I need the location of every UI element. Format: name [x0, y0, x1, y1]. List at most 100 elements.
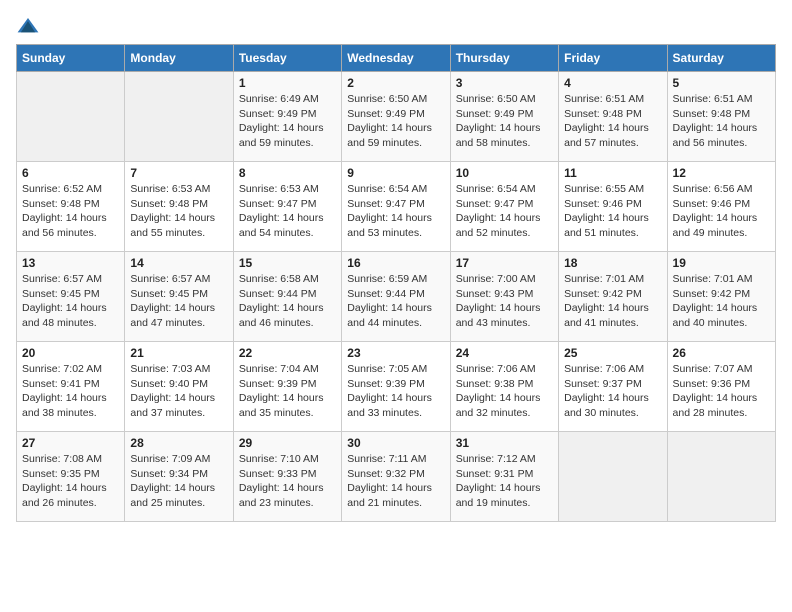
day-number: 17 — [456, 256, 553, 270]
day-number: 31 — [456, 436, 553, 450]
calendar-cell: 24 Sunrise: 7:06 AMSunset: 9:38 PMDayligh… — [450, 342, 558, 432]
calendar-cell: 11 Sunrise: 6:55 AMSunset: 9:46 PMDayligh… — [559, 162, 667, 252]
week-row-3: 13 Sunrise: 6:57 AMSunset: 9:45 PMDayligh… — [17, 252, 776, 342]
calendar-body: 1 Sunrise: 6:49 AMSunset: 9:49 PMDaylight… — [17, 72, 776, 522]
day-number: 24 — [456, 346, 553, 360]
weekday-thursday: Thursday — [450, 45, 558, 72]
calendar-table: SundayMondayTuesdayWednesdayThursdayFrid… — [16, 44, 776, 522]
day-info: Sunrise: 7:04 AMSunset: 9:39 PMDaylight:… — [239, 362, 336, 421]
calendar-cell: 7 Sunrise: 6:53 AMSunset: 9:48 PMDaylight… — [125, 162, 233, 252]
calendar-cell: 16Sunrise: 6:59 AMSunset: 9:44 PMDayligh… — [342, 252, 450, 342]
day-number: 30 — [347, 436, 444, 450]
day-info: Sunrise: 7:01 AMSunset: 9:42 PMDaylight:… — [673, 272, 770, 331]
calendar-cell: 2 Sunrise: 6:50 AMSunset: 9:49 PMDaylight… — [342, 72, 450, 162]
day-info: Sunrise: 6:58 AMSunset: 9:44 PMDaylight:… — [239, 272, 336, 331]
day-info: Sunrise: 7:00 AMSunset: 9:43 PMDaylight:… — [456, 272, 553, 331]
calendar-cell: 21 Sunrise: 7:03 AMSunset: 9:40 PMDayligh… — [125, 342, 233, 432]
calendar-cell: 8 Sunrise: 6:53 AMSunset: 9:47 PMDaylight… — [233, 162, 341, 252]
day-info: Sunrise: 7:06 AMSunset: 9:38 PMDaylight:… — [456, 362, 553, 421]
calendar-cell: 19 Sunrise: 7:01 AMSunset: 9:42 PMDayligh… — [667, 252, 775, 342]
calendar-header: SundayMondayTuesdayWednesdayThursdayFrid… — [17, 45, 776, 72]
calendar-cell: 22 Sunrise: 7:04 AMSunset: 9:39 PMDayligh… — [233, 342, 341, 432]
weekday-wednesday: Wednesday — [342, 45, 450, 72]
weekday-tuesday: Tuesday — [233, 45, 341, 72]
day-info: Sunrise: 6:49 AMSunset: 9:49 PMDaylight:… — [239, 92, 336, 151]
day-number: 29 — [239, 436, 336, 450]
calendar-cell: 6 Sunrise: 6:52 AMSunset: 9:48 PMDaylight… — [17, 162, 125, 252]
calendar-cell — [667, 432, 775, 522]
day-number: 2 — [347, 76, 444, 90]
calendar-cell: 18Sunrise: 7:01 AMSunset: 9:42 PMDayligh… — [559, 252, 667, 342]
day-info: Sunrise: 7:06 AMSunset: 9:37 PMDaylight:… — [564, 362, 661, 421]
day-info: Sunrise: 7:09 AMSunset: 9:34 PMDaylight:… — [130, 452, 227, 511]
calendar-cell: 4Sunrise: 6:51 AMSunset: 9:48 PMDaylight… — [559, 72, 667, 162]
day-info: Sunrise: 7:03 AMSunset: 9:40 PMDaylight:… — [130, 362, 227, 421]
calendar-cell — [125, 72, 233, 162]
calendar-cell: 17 Sunrise: 7:00 AMSunset: 9:43 PMDayligh… — [450, 252, 558, 342]
day-info: Sunrise: 6:54 AMSunset: 9:47 PMDaylight:… — [456, 182, 553, 241]
day-number: 8 — [239, 166, 336, 180]
calendar-cell: 29 Sunrise: 7:10 AMSunset: 9:33 PMDayligh… — [233, 432, 341, 522]
day-number: 19 — [673, 256, 770, 270]
day-info: Sunrise: 6:51 AMSunset: 9:48 PMDaylight:… — [673, 92, 770, 151]
calendar-cell: 20Sunrise: 7:02 AMSunset: 9:41 PMDayligh… — [17, 342, 125, 432]
calendar-cell: 12Sunrise: 6:56 AMSunset: 9:46 PMDayligh… — [667, 162, 775, 252]
week-row-4: 20Sunrise: 7:02 AMSunset: 9:41 PMDayligh… — [17, 342, 776, 432]
day-number: 25 — [564, 346, 661, 360]
day-info: Sunrise: 7:12 AMSunset: 9:31 PMDaylight:… — [456, 452, 553, 511]
calendar-cell: 13 Sunrise: 6:57 AMSunset: 9:45 PMDayligh… — [17, 252, 125, 342]
day-number: 13 — [22, 256, 119, 270]
day-number: 20 — [22, 346, 119, 360]
day-info: Sunrise: 6:50 AMSunset: 9:49 PMDaylight:… — [347, 92, 444, 151]
day-number: 3 — [456, 76, 553, 90]
day-info: Sunrise: 7:05 AMSunset: 9:39 PMDaylight:… — [347, 362, 444, 421]
day-info: Sunrise: 6:59 AMSunset: 9:44 PMDaylight:… — [347, 272, 444, 331]
calendar-cell: 31 Sunrise: 7:12 AMSunset: 9:31 PMDayligh… — [450, 432, 558, 522]
day-number: 7 — [130, 166, 227, 180]
day-number: 27 — [22, 436, 119, 450]
logo — [16, 16, 44, 36]
weekday-saturday: Saturday — [667, 45, 775, 72]
week-row-5: 27Sunrise: 7:08 AMSunset: 9:35 PMDayligh… — [17, 432, 776, 522]
day-info: Sunrise: 6:52 AMSunset: 9:48 PMDaylight:… — [22, 182, 119, 241]
page-header — [16, 16, 776, 36]
day-number: 4 — [564, 76, 661, 90]
day-number: 15 — [239, 256, 336, 270]
day-number: 21 — [130, 346, 227, 360]
day-number: 14 — [130, 256, 227, 270]
calendar-cell — [559, 432, 667, 522]
calendar-cell: 9Sunrise: 6:54 AMSunset: 9:47 PMDaylight… — [342, 162, 450, 252]
calendar-cell: 14Sunrise: 6:57 AMSunset: 9:45 PMDayligh… — [125, 252, 233, 342]
day-info: Sunrise: 6:55 AMSunset: 9:46 PMDaylight:… — [564, 182, 661, 241]
day-info: Sunrise: 6:57 AMSunset: 9:45 PMDaylight:… — [22, 272, 119, 331]
day-info: Sunrise: 7:10 AMSunset: 9:33 PMDaylight:… — [239, 452, 336, 511]
day-number: 28 — [130, 436, 227, 450]
calendar-cell: 15 Sunrise: 6:58 AMSunset: 9:44 PMDayligh… — [233, 252, 341, 342]
day-info: Sunrise: 6:53 AMSunset: 9:47 PMDaylight:… — [239, 182, 336, 241]
day-number: 11 — [564, 166, 661, 180]
calendar-cell: 27Sunrise: 7:08 AMSunset: 9:35 PMDayligh… — [17, 432, 125, 522]
day-number: 1 — [239, 76, 336, 90]
weekday-header-row: SundayMondayTuesdayWednesdayThursdayFrid… — [17, 45, 776, 72]
calendar-cell — [17, 72, 125, 162]
day-number: 22 — [239, 346, 336, 360]
day-info: Sunrise: 6:53 AMSunset: 9:48 PMDaylight:… — [130, 182, 227, 241]
calendar-cell: 25 Sunrise: 7:06 AMSunset: 9:37 PMDayligh… — [559, 342, 667, 432]
calendar-cell: 28 Sunrise: 7:09 AMSunset: 9:34 PMDayligh… — [125, 432, 233, 522]
day-info: Sunrise: 6:50 AMSunset: 9:49 PMDaylight:… — [456, 92, 553, 151]
weekday-monday: Monday — [125, 45, 233, 72]
logo-icon — [16, 16, 40, 36]
day-number: 6 — [22, 166, 119, 180]
day-number: 12 — [673, 166, 770, 180]
day-info: Sunrise: 7:11 AMSunset: 9:32 PMDaylight:… — [347, 452, 444, 511]
weekday-friday: Friday — [559, 45, 667, 72]
calendar-cell: 26Sunrise: 7:07 AMSunset: 9:36 PMDayligh… — [667, 342, 775, 432]
calendar-cell: 30 Sunrise: 7:11 AMSunset: 9:32 PMDayligh… — [342, 432, 450, 522]
calendar-cell: 3 Sunrise: 6:50 AMSunset: 9:49 PMDaylight… — [450, 72, 558, 162]
calendar-cell: 23Sunrise: 7:05 AMSunset: 9:39 PMDayligh… — [342, 342, 450, 432]
day-number: 26 — [673, 346, 770, 360]
day-number: 18 — [564, 256, 661, 270]
calendar-cell: 10Sunrise: 6:54 AMSunset: 9:47 PMDayligh… — [450, 162, 558, 252]
calendar-cell: 5 Sunrise: 6:51 AMSunset: 9:48 PMDaylight… — [667, 72, 775, 162]
day-number: 5 — [673, 76, 770, 90]
